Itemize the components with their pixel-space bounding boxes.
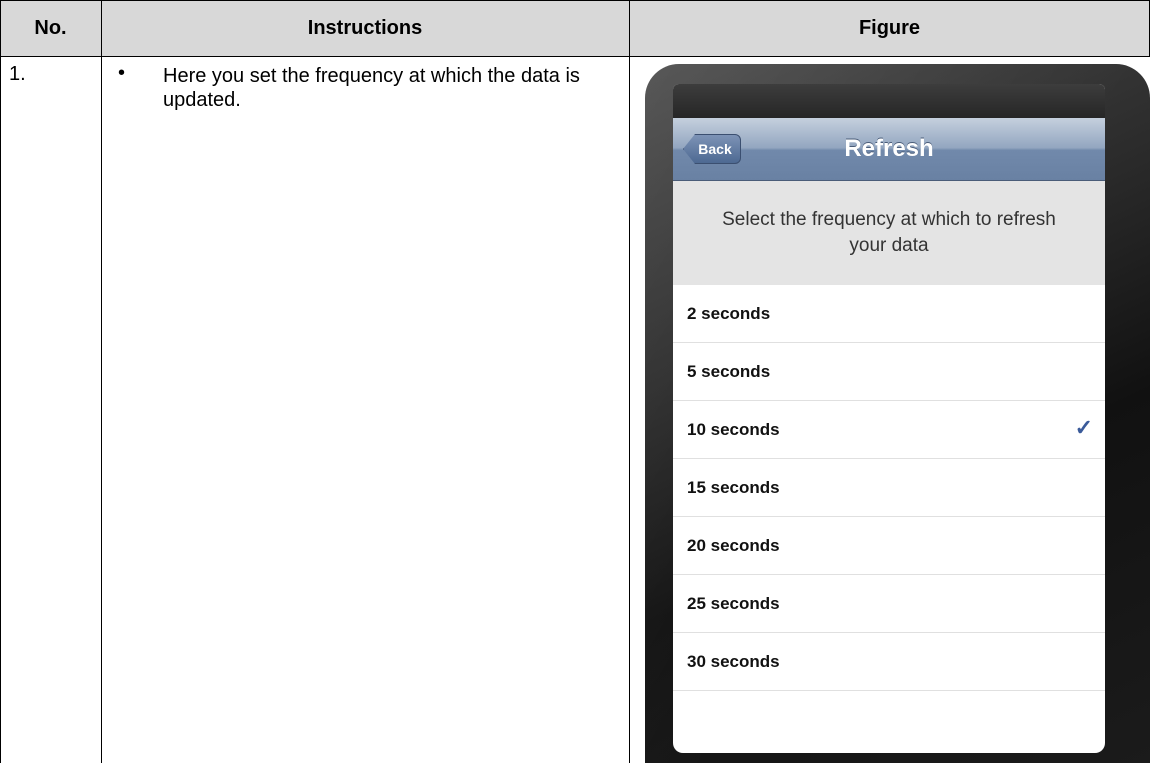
checkmark-icon: ✓	[1074, 415, 1093, 440]
header-instructions: Instructions	[307, 16, 423, 39]
option-label: 20 seconds	[687, 535, 780, 555]
option-label: 2 seconds	[687, 303, 771, 323]
header-no: No.	[34, 16, 67, 39]
table-header-divider	[0, 56, 1150, 57]
option-30-seconds[interactable]: 30 seconds	[673, 633, 1105, 691]
description-text: Select the frequency at which to refresh…	[722, 209, 1056, 256]
option-label: 10 seconds	[687, 419, 780, 439]
column-divider-2	[629, 0, 630, 763]
status-bar	[673, 84, 1105, 118]
option-15-seconds[interactable]: 15 seconds	[673, 459, 1105, 517]
phone-figure: Refresh Back Select the frequency at whi…	[645, 64, 1150, 763]
option-25-seconds[interactable]: 25 seconds	[673, 575, 1105, 633]
option-label: 15 seconds	[687, 477, 780, 497]
row-number: 1.	[9, 63, 26, 85]
column-divider-1	[101, 0, 102, 763]
option-label: 5 seconds	[687, 361, 771, 381]
table-border-left	[0, 0, 1, 763]
option-label: 30 seconds	[687, 651, 780, 671]
description-area: Select the frequency at which to refresh…	[673, 181, 1105, 285]
instruction-text: Here you set the frequency at which the …	[163, 65, 580, 111]
phone-screen: Refresh Back Select the frequency at whi…	[673, 84, 1105, 753]
header-figure: Figure	[858, 16, 921, 39]
option-5-seconds[interactable]: 5 seconds	[673, 343, 1105, 401]
option-20-seconds[interactable]: 20 seconds	[673, 517, 1105, 575]
navigation-bar: Refresh Back	[673, 118, 1105, 181]
back-button[interactable]: Back	[683, 134, 741, 164]
option-10-seconds[interactable]: 10 seconds ✓	[673, 401, 1105, 459]
option-2-seconds[interactable]: 2 seconds	[673, 285, 1105, 343]
frequency-list: 2 seconds 5 seconds 10 seconds ✓ 15 seco…	[673, 285, 1105, 691]
bullet-marker: •	[118, 62, 126, 84]
option-label: 25 seconds	[687, 593, 780, 613]
